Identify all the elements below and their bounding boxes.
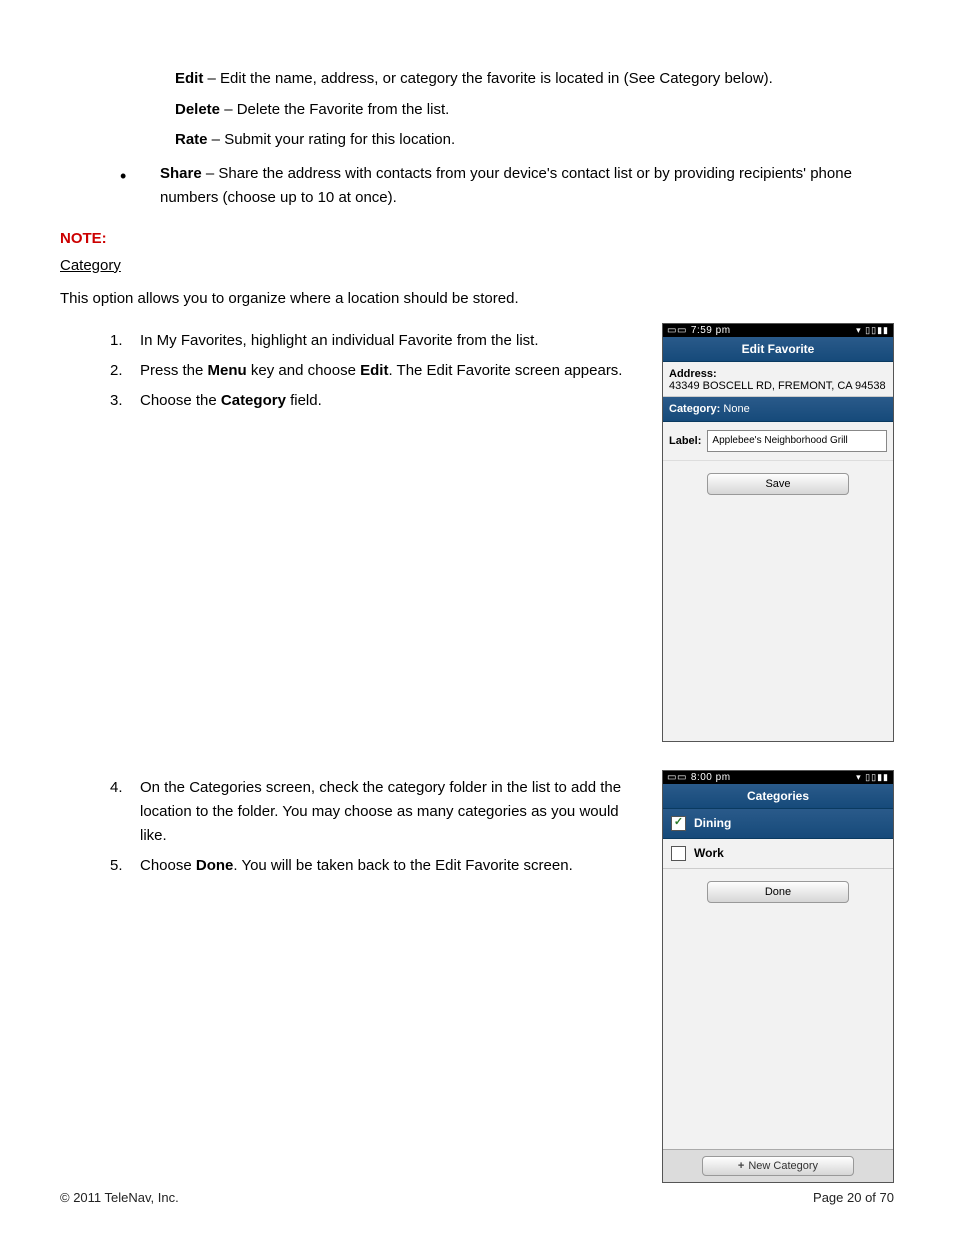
categories-phone: ▭▭ 8:00 pm ▾ ▯▯▮▮ Categories ✓ Dining Wo… (662, 770, 894, 1183)
note-heading: NOTE: (60, 230, 894, 247)
step-5-pre: Choose (140, 857, 196, 874)
checkbox-dining[interactable]: ✓ (671, 816, 686, 831)
step-4: 4. On the Categories screen, check the c… (110, 776, 644, 848)
def-rate-term: Rate (175, 131, 208, 148)
address-value: 43349 BOSCELL RD, FREMONT, CA 94538 (669, 380, 887, 392)
def-rate: Rate – Submit your rating for this locat… (175, 129, 874, 152)
done-button[interactable]: Done (707, 881, 849, 903)
step-2: 2. Press the Menu key and choose Edit. T… (110, 359, 644, 383)
step-1: 1. In My Favorites, highlight an individ… (110, 329, 644, 353)
address-label: Address: (669, 368, 887, 380)
category-row[interactable]: Category: None (663, 397, 893, 422)
step-2-mid: key and choose (247, 362, 360, 379)
label-field-label: Label: (669, 435, 701, 447)
def-delete-term: Delete (175, 101, 220, 118)
footer-copyright: © 2011 TeleNav, Inc. (60, 1190, 179, 1205)
category-intro: This option allows you to organize where… (60, 290, 894, 307)
new-category-label: New Category (748, 1160, 818, 1172)
step-3: 3. Choose the Category field. (110, 389, 644, 413)
category-row-value: None (720, 403, 749, 415)
label-row: Label: (663, 422, 893, 461)
address-block[interactable]: Address: 43349 BOSCELL RD, FREMONT, CA 9… (663, 362, 893, 397)
step-5-post: . You will be taken back to the Edit Fav… (233, 857, 572, 874)
phone2-status-signal-icon: ▾ ▯▯▮▮ (856, 772, 889, 783)
def-delete: Delete – Delete the Favorite from the li… (175, 99, 874, 122)
phone1-status-time: 7:59 pm (691, 325, 731, 336)
page-footer: © 2011 TeleNav, Inc. Page 20 of 70 (60, 1190, 894, 1205)
footer-page: Page 20 of 70 (813, 1190, 894, 1205)
phone1-status-signal-icon: ▾ ▯▯▮▮ (856, 325, 889, 336)
def-edit-desc: – Edit the name, address, or category th… (203, 70, 772, 87)
category-item-dining[interactable]: ✓ Dining (663, 809, 893, 839)
phone1-title: Edit Favorite (663, 337, 893, 362)
phone2-bottom-bar: + New Category (663, 1149, 893, 1182)
step-3-b1: Category (221, 392, 286, 409)
step-3-pre: Choose the (140, 392, 221, 409)
plus-icon: + (738, 1160, 744, 1172)
step-4-num: 4. (110, 776, 140, 848)
step-5: 5. Choose Done. You will be taken back t… (110, 854, 644, 878)
step-2-num: 2. (110, 359, 140, 383)
category-item-work[interactable]: Work (663, 839, 893, 869)
category-item-work-label: Work (694, 846, 724, 860)
phone2-title: Categories (663, 784, 893, 809)
step-4-text: On the Categories screen, check the cate… (140, 776, 644, 848)
def-rate-desc: – Submit your rating for this location. (208, 131, 456, 148)
step-5-num: 5. (110, 854, 140, 878)
step-2-pre: Press the (140, 362, 208, 379)
step-3-post: field. (286, 392, 322, 409)
share-desc: – Share the address with contacts from y… (160, 165, 852, 206)
step-1-text: In My Favorites, highlight an individual… (140, 329, 539, 353)
phone1-status-battery-icon: ▭▭ (667, 325, 687, 336)
phone1-statusbar: ▭▭ 7:59 pm ▾ ▯▯▮▮ (663, 324, 893, 337)
category-heading: Category (60, 257, 894, 274)
step-5-b1: Done (196, 857, 234, 874)
phone2-statusbar: ▭▭ 8:00 pm ▾ ▯▯▮▮ (663, 771, 893, 784)
def-edit: Edit – Edit the name, address, or catego… (175, 68, 874, 91)
step-2-post: . The Edit Favorite screen appears. (388, 362, 622, 379)
bullet-icon: • (120, 162, 160, 210)
step-1-num: 1. (110, 329, 140, 353)
edit-favorite-phone: ▭▭ 7:59 pm ▾ ▯▯▮▮ Edit Favorite Address:… (662, 323, 894, 742)
category-row-label: Category: (669, 403, 720, 415)
step-2-b1: Menu (208, 362, 247, 379)
bullet-share: • Share – Share the address with contact… (120, 162, 894, 210)
save-button[interactable]: Save (707, 473, 849, 495)
phone2-status-battery-icon: ▭▭ (667, 772, 687, 783)
checkbox-work[interactable] (671, 846, 686, 861)
step-2-b2: Edit (360, 362, 388, 379)
label-input[interactable] (707, 430, 887, 452)
step-3-num: 3. (110, 389, 140, 413)
share-term: Share (160, 165, 202, 182)
phone2-status-time: 8:00 pm (691, 772, 731, 783)
category-item-dining-label: Dining (694, 816, 731, 830)
def-delete-desc: – Delete the Favorite from the list. (220, 101, 449, 118)
new-category-button[interactable]: + New Category (702, 1156, 854, 1176)
def-edit-term: Edit (175, 70, 203, 87)
